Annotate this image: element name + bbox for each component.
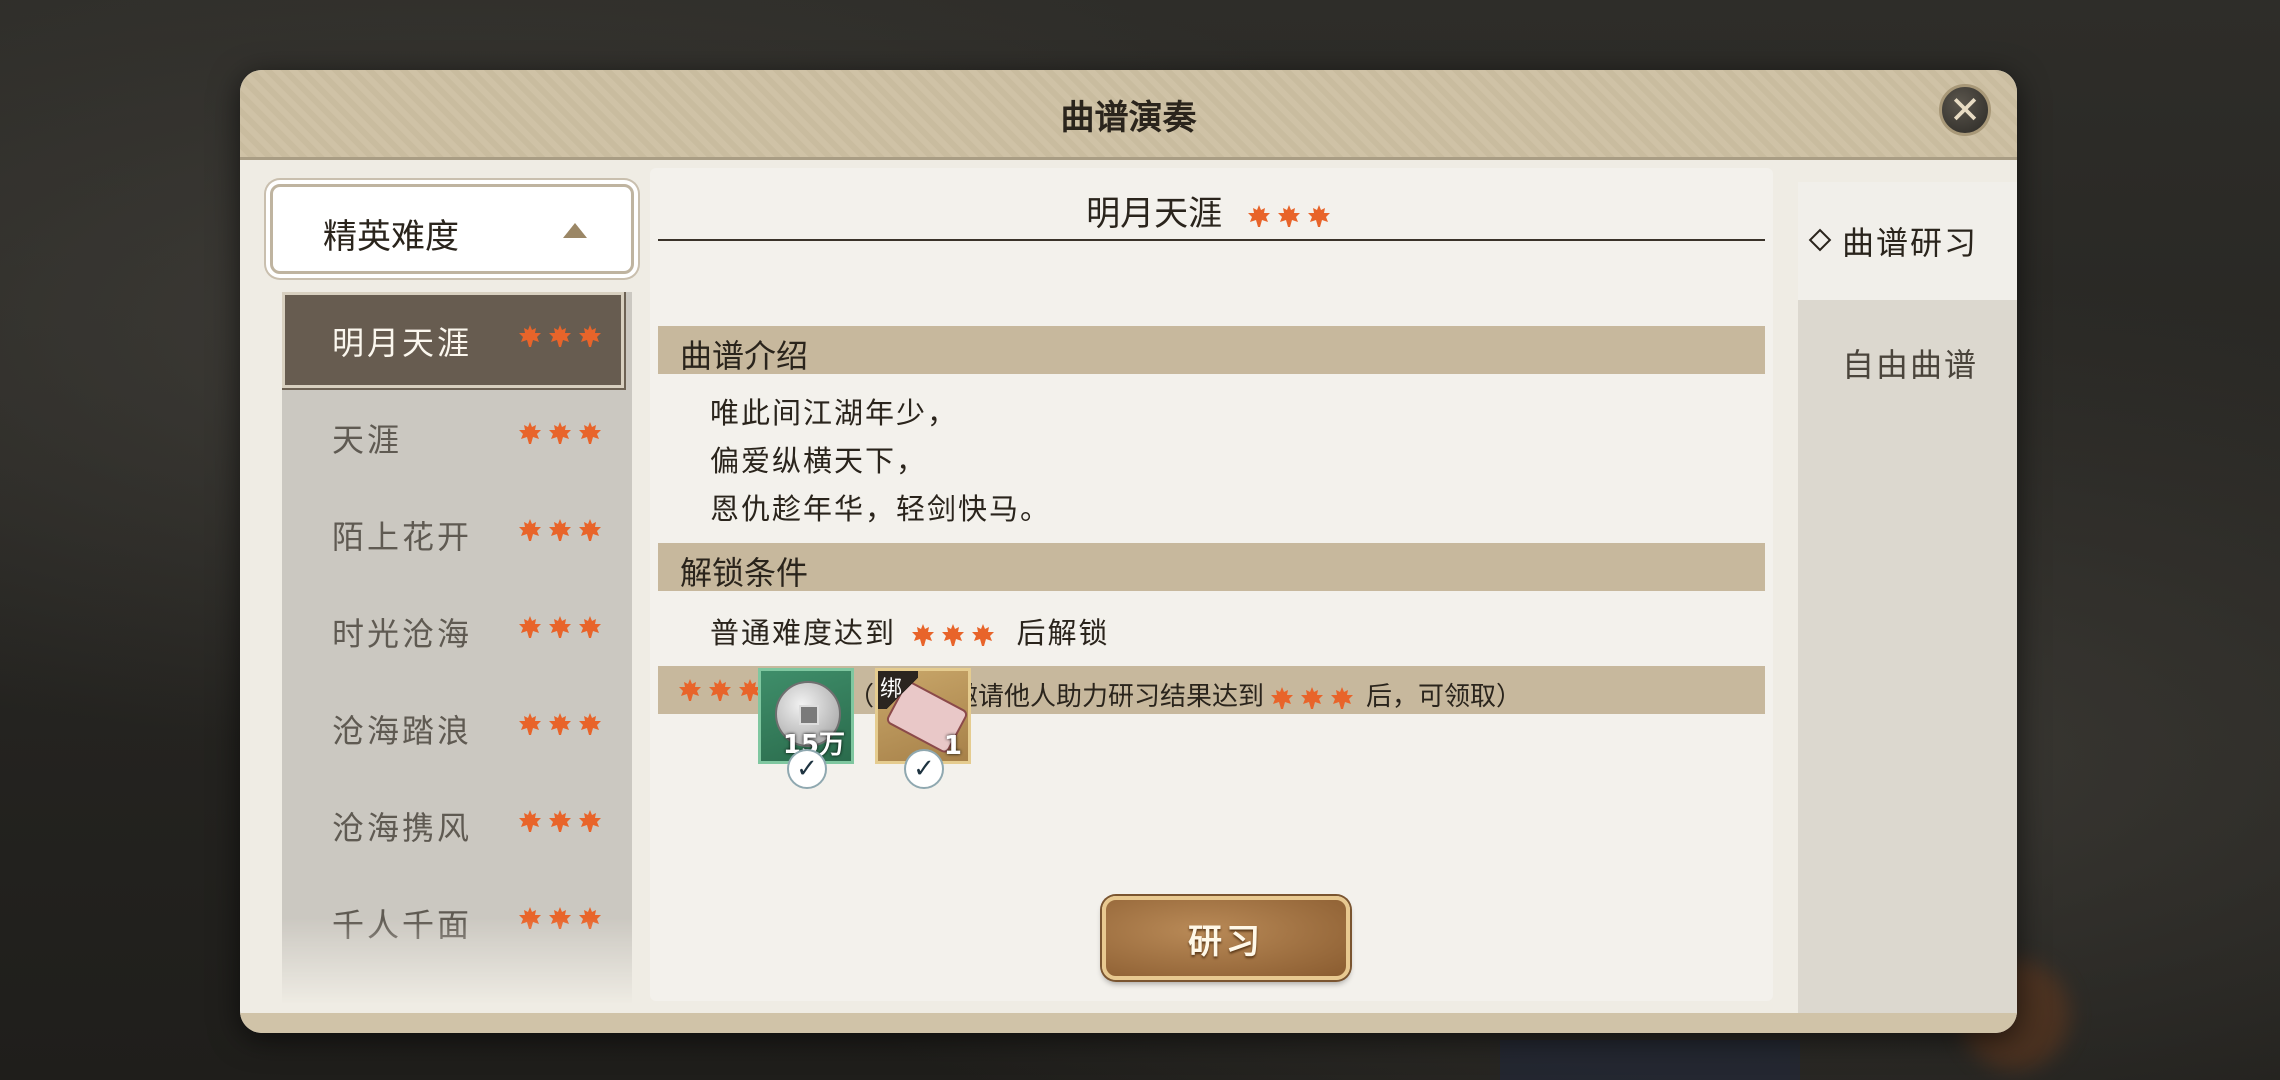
- selected-diamond-icon: [1808, 228, 1832, 252]
- intro-section-header: 曲谱介绍: [658, 326, 1765, 375]
- maple-leaf-icon: [579, 519, 601, 541]
- tab-label: 曲谱研习: [1842, 224, 1979, 262]
- song-title: 明月天涯: [650, 186, 1773, 235]
- rating-leaves: [911, 616, 1001, 650]
- reward-qty: 1: [943, 731, 962, 761]
- song-list-item[interactable]: 天涯: [282, 389, 632, 485]
- song-list-item[interactable]: 明月天涯: [282, 292, 624, 388]
- study-button-label: 研习: [1188, 921, 1264, 962]
- song-list[interactable]: 明月天涯天涯陌上花开时光沧海沧海踏浪沧海携风千人千面: [282, 292, 632, 1004]
- maple-leaf-icon: [1301, 687, 1324, 709]
- difficulty-dropdown[interactable]: 精英难度: [270, 184, 634, 274]
- maple-leaf-icon: [1307, 205, 1330, 227]
- maple-leaf-icon: [549, 616, 571, 638]
- song-name: 沧海携风: [332, 809, 473, 847]
- maple-leaf-icon: [972, 624, 995, 646]
- maple-leaf-icon: [579, 907, 601, 929]
- rating-leaves: [518, 518, 608, 542]
- rating-leaves: [518, 906, 608, 930]
- tab-label: 自由曲谱: [1842, 346, 1979, 384]
- unlock-prefix: 普通难度达到: [710, 616, 897, 650]
- song-list-item[interactable]: 沧海携风: [282, 777, 632, 873]
- claimed-check-icon: ✓: [787, 749, 827, 789]
- maple-leaf-icon: [579, 616, 601, 638]
- maple-leaf-icon: [579, 422, 601, 444]
- maple-leaf-icon: [579, 713, 601, 735]
- maple-leaf-icon: [519, 616, 541, 638]
- intro-header-label: 曲谱介绍: [680, 337, 809, 375]
- unlock-header-label: 解锁条件: [680, 554, 809, 592]
- maple-leaf-icon: [549, 422, 571, 444]
- maple-leaf-icon: [942, 624, 965, 646]
- maple-leaf-icon: [519, 907, 541, 929]
- song-list-item[interactable]: 千人千面: [282, 874, 632, 970]
- mode-tabs: 曲谱研习 自由曲谱: [1798, 182, 2017, 1014]
- maple-leaf-icon: [1271, 687, 1294, 709]
- rating-leaves: [678, 678, 768, 702]
- maple-leaf-icon: [519, 713, 541, 735]
- study-button[interactable]: 研习: [1102, 896, 1350, 980]
- difficulty-selected-label: 精英难度: [323, 217, 459, 257]
- dialog-title: 曲谱演奏: [1060, 98, 1197, 138]
- bound-label: 绑: [880, 677, 903, 702]
- divider: [658, 239, 1765, 241]
- reward-item-scroll[interactable]: 绑 1 ✓: [875, 668, 971, 789]
- tab-score-study[interactable]: 曲谱研习: [1798, 182, 2017, 300]
- rating-leaves: [1270, 682, 1360, 712]
- song-list-item[interactable]: 时光沧海: [282, 583, 632, 679]
- caret-up-icon: [563, 223, 587, 238]
- score-performance-dialog: 曲谱演奏 ✕ 精英难度 明月天涯天涯陌上花开时光沧海沧海踏浪沧海携风千人千面 明…: [240, 70, 2017, 1033]
- unlock-section-header: 解锁条件: [658, 543, 1765, 592]
- rating-leaves: [518, 809, 608, 833]
- song-name: 陌上花开: [332, 518, 473, 556]
- maple-leaf-icon: [579, 325, 601, 347]
- claimed-check-icon: ✓: [904, 749, 944, 789]
- maple-leaf-icon: [579, 810, 601, 832]
- maple-leaf-icon: [1277, 205, 1300, 227]
- rating-leaves: [518, 324, 608, 348]
- unlock-condition: 普通难度达到 后解锁: [710, 610, 1109, 652]
- maple-leaf-icon: [709, 679, 731, 701]
- close-icon: ✕: [1949, 88, 1981, 132]
- intro-line: 唯此间江湖年少，: [710, 396, 959, 430]
- maple-leaf-icon: [519, 810, 541, 832]
- background-element: [1500, 1040, 1800, 1080]
- song-name: 时光沧海: [332, 615, 473, 653]
- song-name: 明月天涯: [332, 324, 473, 362]
- rating-leaves: [518, 421, 608, 445]
- maple-leaf-icon: [519, 325, 541, 347]
- bound-badge: 绑: [878, 671, 918, 709]
- song-name: 天涯: [332, 421, 403, 459]
- intro-line: 恩仇趁年华，轻剑快马。: [710, 492, 1052, 526]
- unlock-suffix: 后解锁: [1016, 616, 1110, 650]
- song-detail-panel: 明月天涯 曲谱介绍 唯此间江湖年少， 偏爱纵横天下， 恩仇趁年华，轻剑快马。 解…: [650, 168, 1773, 1001]
- rating-leaves: [518, 712, 608, 736]
- song-title-text: 明月天涯: [1086, 194, 1223, 234]
- reward-item-silver[interactable]: 15万 ✓: [758, 668, 854, 789]
- maple-leaf-icon: [912, 624, 935, 646]
- maple-leaf-icon: [549, 519, 571, 541]
- maple-leaf-icon: [549, 907, 571, 929]
- song-list-item[interactable]: 沧海踏浪: [282, 680, 632, 776]
- tab-free-score[interactable]: 自由曲谱: [1798, 304, 2017, 422]
- maple-leaf-icon: [549, 325, 571, 347]
- song-name: 千人千面: [332, 906, 473, 944]
- maple-leaf-icon: [679, 679, 701, 701]
- close-button[interactable]: ✕: [1939, 84, 1991, 136]
- intro-line: 偏爱纵横天下，: [710, 444, 928, 478]
- song-list-panel: 精英难度 明月天涯天涯陌上花开时光沧海沧海踏浪沧海携风千人千面: [270, 184, 634, 1004]
- rating-leaves: [1247, 194, 1337, 234]
- maple-leaf-icon: [519, 519, 541, 541]
- maple-leaf-icon: [519, 422, 541, 444]
- song-list-item[interactable]: 陌上花开: [282, 486, 632, 582]
- maple-leaf-icon: [549, 713, 571, 735]
- dialog-header: 曲谱演奏 ✕: [240, 70, 2017, 160]
- reward-note-suffix: 后，可领取）: [1366, 682, 1523, 712]
- dialog-footer: [240, 1013, 2017, 1033]
- song-name: 沧海踏浪: [332, 712, 473, 750]
- rating-leaves: [518, 615, 608, 639]
- maple-leaf-icon: [1331, 687, 1354, 709]
- maple-leaf-icon: [1247, 205, 1270, 227]
- maple-leaf-icon: [549, 810, 571, 832]
